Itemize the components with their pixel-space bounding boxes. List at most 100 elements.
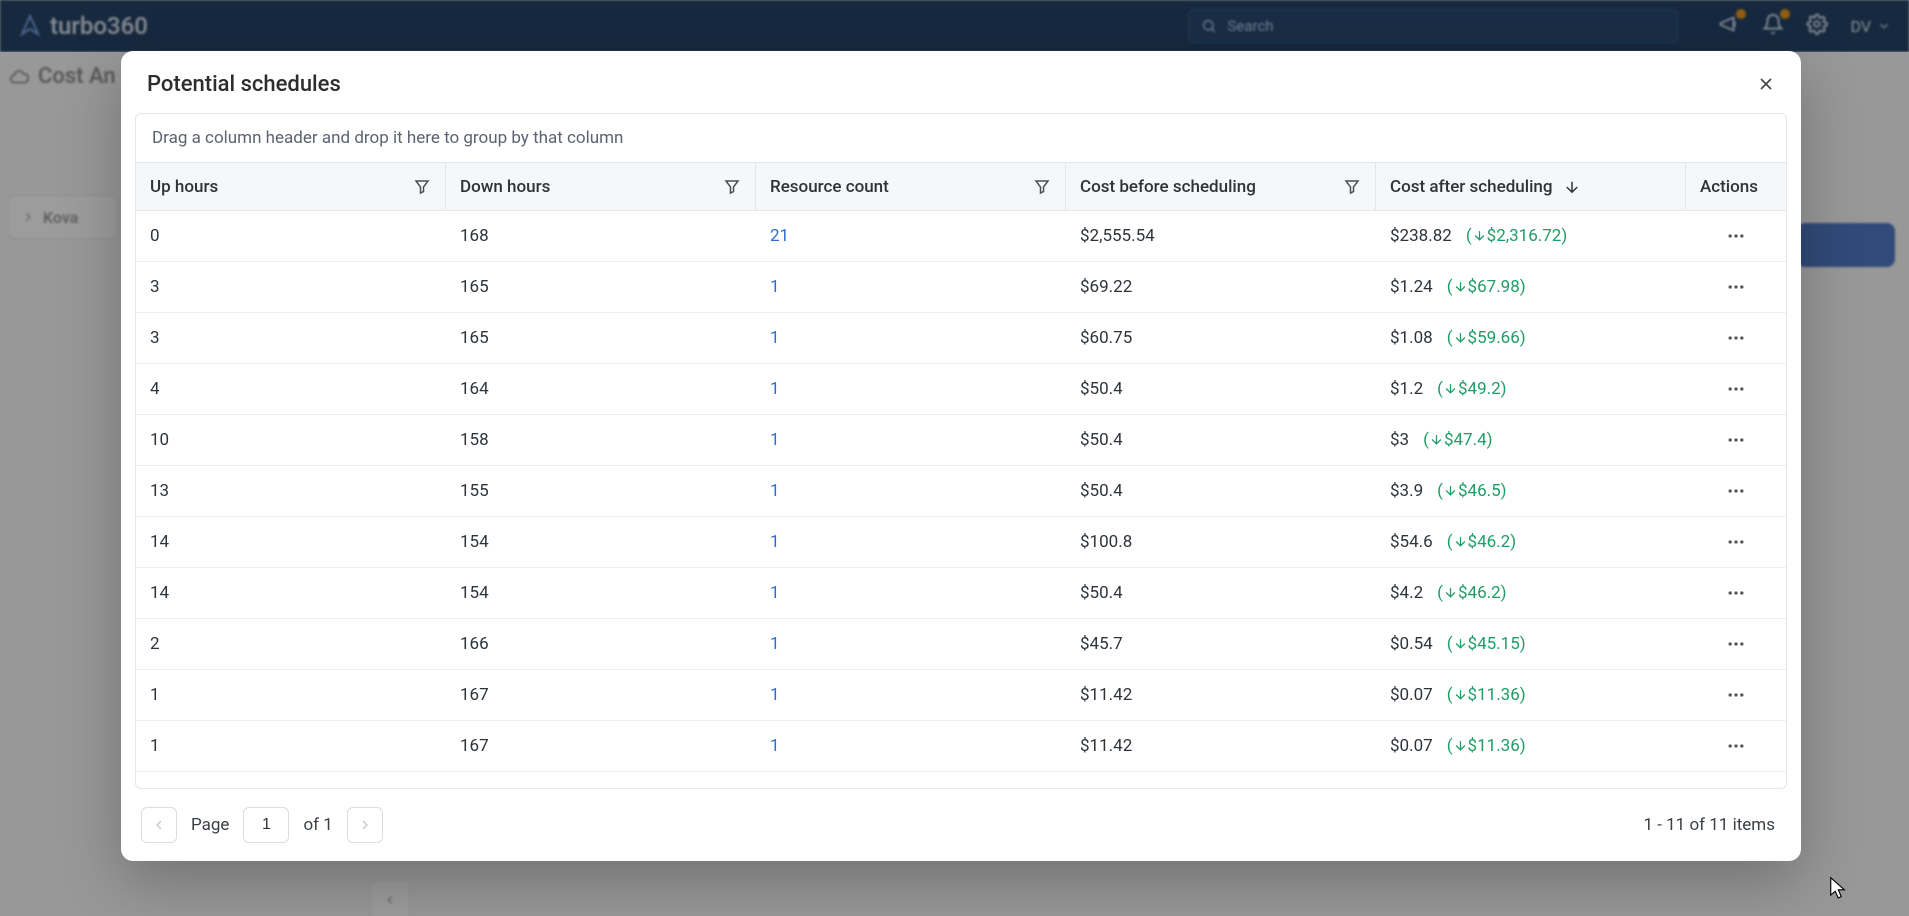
cell-cost-before: $69.22 [1066, 262, 1376, 312]
cell-cost-after: $4.2($46.2) [1376, 568, 1686, 618]
cell-resource-count: 1 [756, 619, 1066, 669]
cost-after-value: $0.54 [1390, 634, 1433, 654]
cell-down-hours: 154 [446, 517, 756, 567]
resource-count-link[interactable]: 1 [770, 583, 780, 603]
col-down-hours-label: Down hours [460, 177, 723, 197]
page-of-label: of 1 [303, 815, 332, 835]
cell-resource-count: 1 [756, 568, 1066, 618]
row-actions-button[interactable] [1718, 731, 1754, 761]
row-actions-button[interactable] [1718, 221, 1754, 251]
cell-cost-before: $100.8 [1066, 517, 1376, 567]
page-label: Page [191, 815, 229, 835]
cell-cost-after: $0.07($11.36) [1376, 721, 1686, 771]
row-actions-button[interactable] [1718, 425, 1754, 455]
savings-value: ($45.15) [1447, 634, 1526, 654]
filter-icon[interactable] [1033, 178, 1051, 196]
group-by-dropzone[interactable]: Drag a column header and drop it here to… [135, 113, 1787, 163]
filter-icon[interactable] [723, 178, 741, 196]
savings-value: ($59.66) [1447, 328, 1526, 348]
cell-resource-count: 1 [756, 262, 1066, 312]
cell-resource-count: 21 [756, 211, 1066, 261]
more-horizontal-icon [1726, 328, 1746, 348]
resource-count-link[interactable]: 1 [770, 430, 780, 450]
cell-actions [1686, 211, 1786, 261]
table-row: 141541$50.4$4.2($46.2) [136, 568, 1786, 619]
col-cost-before[interactable]: Cost before scheduling [1066, 163, 1376, 210]
resource-count-link[interactable]: 1 [770, 532, 780, 552]
resource-count-link[interactable]: 1 [770, 328, 780, 348]
resource-count-link[interactable]: 1 [770, 736, 780, 756]
grid-body: 016821$2,555.54$238.82($2,316.72)31651$6… [136, 211, 1786, 788]
cell-down-hours: 165 [446, 313, 756, 363]
col-up-hours-label: Up hours [150, 177, 413, 197]
cell-down-hours: 155 [446, 466, 756, 516]
row-actions-button[interactable] [1718, 578, 1754, 608]
resource-count-link[interactable]: 1 [770, 481, 780, 501]
cell-cost-before: $11.42 [1066, 721, 1376, 771]
filter-icon[interactable] [1343, 178, 1361, 196]
cell-cost-after: $54.6($46.2) [1376, 517, 1686, 567]
row-actions-button[interactable] [1718, 629, 1754, 659]
resource-count-link[interactable]: 1 [770, 379, 780, 399]
savings-value: ($47.4) [1423, 430, 1492, 450]
cell-down-hours: 154 [446, 568, 756, 618]
col-resource-count[interactable]: Resource count [756, 163, 1066, 210]
chevron-right-icon [357, 817, 373, 833]
resource-count-link[interactable]: 1 [770, 634, 780, 654]
cell-actions [1686, 262, 1786, 312]
col-actions: Actions [1686, 163, 1786, 210]
more-horizontal-icon [1726, 532, 1746, 552]
row-actions-button[interactable] [1718, 527, 1754, 557]
close-icon [1756, 74, 1776, 94]
more-horizontal-icon [1726, 277, 1746, 297]
cell-cost-after: $1.2($49.2) [1376, 364, 1686, 414]
cell-actions [1686, 619, 1786, 669]
cell-up-hours: 14 [136, 517, 446, 567]
more-horizontal-icon [1726, 430, 1746, 450]
table-row: 21661$45.7$0.54($45.15) [136, 619, 1786, 670]
cell-actions [1686, 568, 1786, 618]
cell-cost-after: $0.54 ($45.15) [1376, 619, 1686, 669]
close-button[interactable] [1751, 69, 1781, 99]
pager: Page of 1 1 - 11 of 11 items [121, 789, 1801, 861]
savings-value: ($11.36) [1447, 736, 1526, 756]
col-down-hours[interactable]: Down hours [446, 163, 756, 210]
more-horizontal-icon [1726, 685, 1746, 705]
cell-cost-before: $45.7 [1066, 619, 1376, 669]
row-actions-button[interactable] [1718, 272, 1754, 302]
resource-count-link[interactable]: 1 [770, 277, 780, 297]
cell-up-hours: 1 [136, 670, 446, 720]
cell-resource-count: 1 [756, 517, 1066, 567]
filter-icon[interactable] [413, 178, 431, 196]
resource-count-link[interactable]: 1 [770, 685, 780, 705]
row-actions-button[interactable] [1718, 323, 1754, 353]
potential-schedules-modal: Potential schedules Drag a column header… [121, 51, 1801, 861]
col-cost-after[interactable]: Cost after scheduling [1376, 163, 1686, 210]
row-actions-button[interactable] [1718, 680, 1754, 710]
col-up-hours[interactable]: Up hours [136, 163, 446, 210]
cell-actions [1686, 313, 1786, 363]
savings-value: ($46.2) [1437, 583, 1506, 603]
savings-value: ($67.98) [1447, 277, 1526, 297]
more-horizontal-icon [1726, 226, 1746, 246]
cell-down-hours: 167 [446, 721, 756, 771]
table-row: 131551$50.4$3.9($46.5) [136, 466, 1786, 517]
row-actions-button[interactable] [1718, 374, 1754, 404]
cell-cost-after: $1.08($59.66) [1376, 313, 1686, 363]
resource-count-link[interactable]: 21 [770, 226, 789, 246]
prev-page-button[interactable] [141, 807, 177, 843]
cell-cost-after: $3.9($46.5) [1376, 466, 1686, 516]
next-page-button[interactable] [347, 807, 383, 843]
sort-desc-icon [1563, 178, 1581, 196]
cell-up-hours: 3 [136, 262, 446, 312]
cell-actions [1686, 517, 1786, 567]
cell-down-hours: 167 [446, 670, 756, 720]
row-actions-button[interactable] [1718, 476, 1754, 506]
cell-down-hours: 166 [446, 619, 756, 669]
savings-value: ($46.2) [1447, 532, 1516, 552]
page-input[interactable] [243, 807, 289, 843]
table-row: 31651$60.75$1.08($59.66) [136, 313, 1786, 364]
cell-cost-before: $11.42 [1066, 670, 1376, 720]
cell-up-hours: 4 [136, 364, 446, 414]
cell-cost-after: $3($47.4) [1376, 415, 1686, 465]
